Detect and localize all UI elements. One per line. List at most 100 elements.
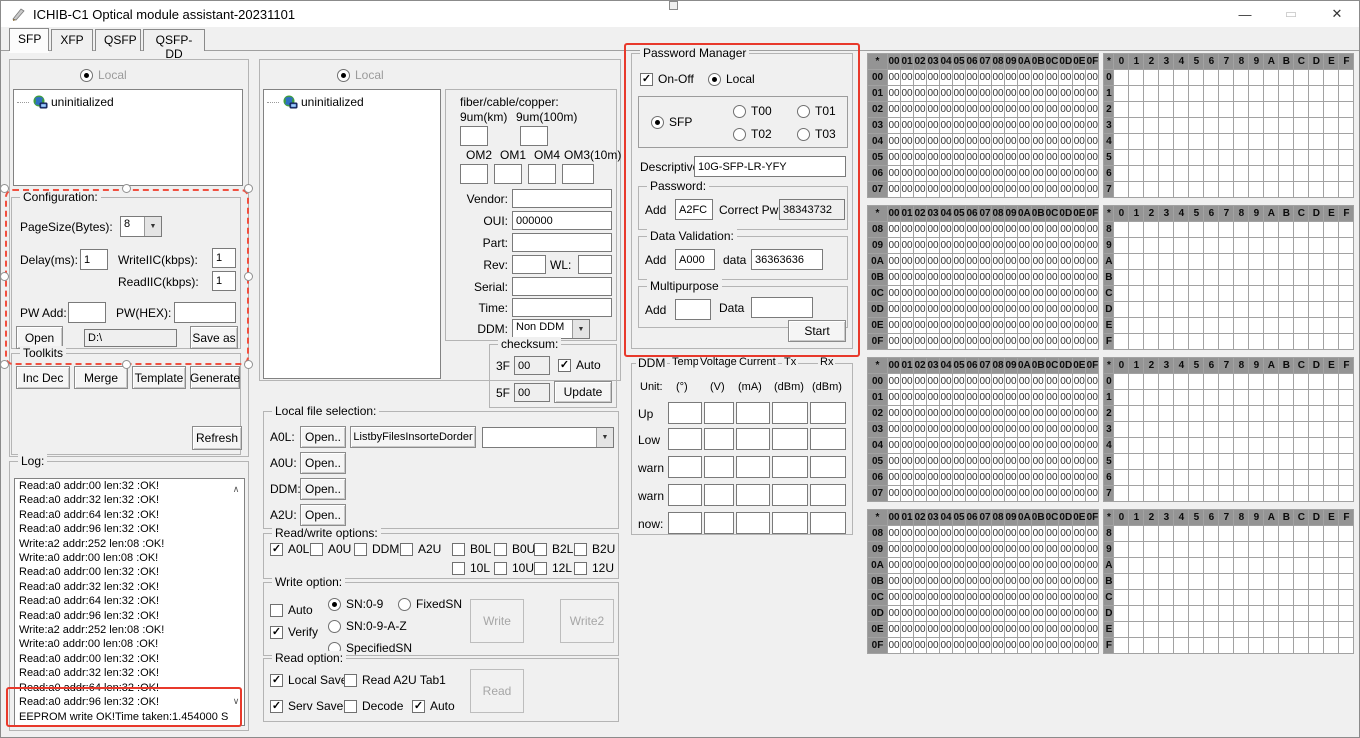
hex-cell[interactable]: 00 xyxy=(979,526,992,542)
hex-cell[interactable]: 00 xyxy=(1059,166,1073,182)
ascii-cell[interactable] xyxy=(1339,470,1354,486)
checksum-5f-input[interactable] xyxy=(514,383,550,402)
hex-cell[interactable]: 00 xyxy=(1031,574,1045,590)
hex-cell[interactable]: 00 xyxy=(966,86,979,102)
hex-cell[interactable]: 00 xyxy=(940,254,953,270)
ddm-cell[interactable] xyxy=(810,484,846,506)
ascii-cell[interactable] xyxy=(1249,254,1264,270)
ascii-cell[interactable] xyxy=(1144,102,1159,118)
hex-cell[interactable]: 00 xyxy=(927,86,940,102)
ascii-cell[interactable] xyxy=(1279,622,1294,638)
ascii-cell[interactable] xyxy=(1309,574,1324,590)
hex-cell[interactable]: 00 xyxy=(888,86,901,102)
ascii-cell[interactable] xyxy=(1189,150,1204,166)
ascii-cell[interactable] xyxy=(1219,526,1234,542)
hex-cell[interactable]: 00 xyxy=(914,438,927,454)
hex-cell[interactable]: 00 xyxy=(927,622,940,638)
hex-cell[interactable]: 00 xyxy=(966,302,979,318)
hex-cell[interactable]: 00 xyxy=(1005,150,1018,166)
hex-cell[interactable]: 00 xyxy=(992,470,1005,486)
hex-cell[interactable]: 00 xyxy=(914,302,927,318)
ascii-cell[interactable] xyxy=(1159,270,1174,286)
hex-cell[interactable]: 00 xyxy=(1018,150,1032,166)
ascii-cell[interactable] xyxy=(1114,454,1129,470)
hex-cell[interactable]: 00 xyxy=(1031,102,1045,118)
ascii-cell[interactable] xyxy=(1309,334,1324,350)
ascii-cell[interactable] xyxy=(1174,390,1189,406)
ascii-cell[interactable] xyxy=(1219,222,1234,238)
ascii-cell[interactable] xyxy=(1144,454,1159,470)
ascii-cell[interactable] xyxy=(1324,454,1339,470)
hex-cell[interactable]: 00 xyxy=(927,182,940,198)
ascii-cell[interactable] xyxy=(1159,118,1174,134)
ascii-cell[interactable] xyxy=(1174,558,1189,574)
ascii-cell[interactable] xyxy=(1189,86,1204,102)
sn-radio-sn-0-9[interactable]: SN:0-9 xyxy=(328,597,383,611)
hex-cell[interactable]: 00 xyxy=(992,222,1005,238)
hex-cell[interactable]: 00 xyxy=(1018,542,1032,558)
hex-cell[interactable]: 00 xyxy=(1059,102,1073,118)
ascii-cell[interactable] xyxy=(1324,150,1339,166)
hex-cell[interactable]: 00 xyxy=(992,558,1005,574)
ascii-cell[interactable] xyxy=(1114,422,1129,438)
ascii-cell[interactable] xyxy=(1219,302,1234,318)
hex-cell[interactable]: 00 xyxy=(1045,526,1059,542)
hex-cell[interactable]: 00 xyxy=(1031,118,1045,134)
hex-cell[interactable]: 00 xyxy=(1031,254,1045,270)
wl-input[interactable] xyxy=(578,255,612,274)
chevron-down-icon[interactable]: ▼ xyxy=(572,320,589,338)
hex-cell[interactable]: 00 xyxy=(953,334,966,350)
ascii-cell[interactable] xyxy=(1249,70,1264,86)
hex-cell[interactable]: 00 xyxy=(966,102,979,118)
hex-cell[interactable]: 00 xyxy=(1031,606,1045,622)
ascii-cell[interactable] xyxy=(1204,166,1219,182)
hex-cell[interactable]: 00 xyxy=(953,470,966,486)
hex-cell[interactable]: 00 xyxy=(1059,302,1073,318)
ascii-cell[interactable] xyxy=(1144,406,1159,422)
refresh-button[interactable]: Refresh xyxy=(192,426,242,450)
ascii-cell[interactable] xyxy=(1249,374,1264,390)
descriptive-input[interactable] xyxy=(694,156,846,177)
ascii-cell[interactable] xyxy=(1234,558,1249,574)
hex-cell[interactable]: 00 xyxy=(1018,70,1032,86)
ascii-cell[interactable] xyxy=(1279,70,1294,86)
ascii-cell[interactable] xyxy=(1129,334,1144,350)
hex-cell[interactable]: 00 xyxy=(1031,270,1045,286)
hex-cell[interactable]: 00 xyxy=(953,606,966,622)
mp-data-input[interactable] xyxy=(751,297,813,318)
ascii-cell[interactable] xyxy=(1144,302,1159,318)
hex-cell[interactable]: 00 xyxy=(979,70,992,86)
ascii-cell[interactable] xyxy=(1204,374,1219,390)
hex-cell[interactable]: 00 xyxy=(888,182,901,198)
ascii-cell[interactable] xyxy=(1114,86,1129,102)
update-button[interactable]: Update xyxy=(554,381,612,403)
hex-cell[interactable]: 00 xyxy=(1031,542,1045,558)
hex-cell[interactable]: 00 xyxy=(1086,118,1099,134)
ascii-cell[interactable] xyxy=(1174,606,1189,622)
hex-cell[interactable]: 00 xyxy=(901,438,914,454)
ascii-cell[interactable] xyxy=(1324,486,1339,502)
pm-t03-radio[interactable]: T03 xyxy=(797,127,836,141)
hex-cell[interactable]: 00 xyxy=(966,406,979,422)
rw-checkbox-12u[interactable]: 12U xyxy=(574,561,614,575)
ascii-cell[interactable] xyxy=(1324,118,1339,134)
serial-input[interactable] xyxy=(512,277,612,296)
ascii-cell[interactable] xyxy=(1234,438,1249,454)
hex-cell[interactable]: 00 xyxy=(901,118,914,134)
ascii-cell[interactable] xyxy=(1129,542,1144,558)
hex-cell[interactable]: 00 xyxy=(1018,270,1032,286)
ascii-cell[interactable] xyxy=(1129,238,1144,254)
ascii-cell[interactable] xyxy=(1174,542,1189,558)
ascii-cell[interactable] xyxy=(1234,270,1249,286)
hex-cell[interactable]: 00 xyxy=(1086,150,1099,166)
hex-cell[interactable]: 00 xyxy=(888,638,901,654)
hex-cell[interactable]: 00 xyxy=(940,374,953,390)
ascii-cell[interactable] xyxy=(1309,102,1324,118)
ascii-cell[interactable] xyxy=(1339,542,1354,558)
hex-cell[interactable]: 00 xyxy=(1086,486,1099,502)
hex-cell[interactable]: 00 xyxy=(1018,558,1032,574)
hex-cell[interactable]: 00 xyxy=(1086,270,1099,286)
password-add-input[interactable] xyxy=(675,199,713,220)
ascii-cell[interactable] xyxy=(1294,622,1309,638)
ascii-cell[interactable] xyxy=(1264,422,1279,438)
